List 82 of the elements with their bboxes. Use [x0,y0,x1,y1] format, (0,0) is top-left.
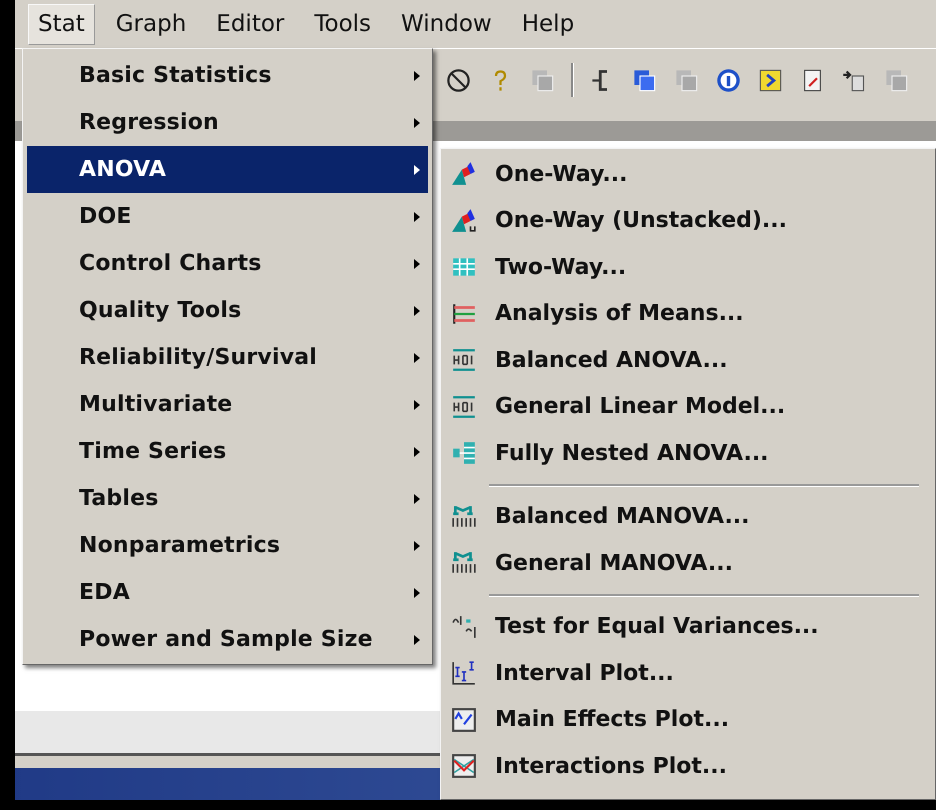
submenu-arrow-icon [414,306,420,316]
menu-item-label: Control Charts [79,251,262,276]
tree-icon [451,440,477,466]
cross-plot-icon [451,753,477,780]
menu-item-label: One-Way (Unstacked)... [495,208,787,234]
menu-item-label: Main Effects Plot... [495,707,730,732]
menu-item[interactable]: Reliability/Survival [27,334,428,381]
menu-item-label: Two-Way... [495,254,626,280]
menu-item[interactable]: Regression [27,99,428,146]
menu-item-label: General Linear Model... [495,394,786,420]
menu-item-label: EDA [79,580,130,605]
menu-item[interactable]: Main Effects Plot... [451,696,919,743]
table-icon [451,347,477,374]
menu-item[interactable]: General Linear Model... [451,384,919,430]
menu-item-label: General MANOVA... [495,550,733,576]
menu-item[interactable]: General MANOVA... [451,540,919,586]
menu-item[interactable]: Fully Nested ANOVA... [451,430,919,476]
menu-bar-item[interactable]: Window [392,4,501,44]
submenu-arrow-icon [414,588,420,598]
table-icon [451,394,477,420]
menu-item[interactable]: Control Charts [27,240,428,287]
menu-item-label: ANOVA [79,157,166,182]
menu-item-label: Balanced ANOVA... [495,348,728,373]
submenu-arrow-icon [414,352,420,362]
submenu-arrow-icon [414,494,420,504]
menu-item[interactable]: Balanced MANOVA... [451,494,919,540]
menu-item[interactable]: Tables [27,475,428,522]
menu-item-label: Reliability/Survival [79,345,318,370]
menu-item[interactable]: Power and Sample Size [27,616,428,663]
menu-item[interactable]: Time Series [27,428,428,475]
menu-item[interactable]: Quality Tools [27,287,428,334]
menu-item[interactable]: One-Way (Unstacked)... [451,198,919,244]
menu-item[interactable]: DOE [27,193,428,240]
menu-item-label: DOE [79,204,132,229]
menu-item[interactable]: Test for Equal Variances... [451,604,919,650]
menu-item-label: Nonparametrics [79,533,280,558]
menu-item[interactable]: Balanced ANOVA... [451,337,919,384]
triangle-icon [451,208,477,234]
menu-item[interactable]: ANOVA [27,146,428,193]
no-entry-icon[interactable] [445,66,472,94]
submenu-arrow-icon [414,258,420,268]
submenu-arrow-icon [414,70,420,80]
submenu-arrow-icon [414,212,420,222]
menu-item-label: Time Series [79,439,226,464]
menu-item-label: Quality Tools [79,298,242,323]
submenu-arrow-icon [414,446,420,456]
interval-plot-icon [451,660,477,686]
menu-item-label: Regression [79,110,219,135]
menu-item[interactable]: Analysis of Means... [451,290,919,337]
menu-item-label: Interactions Plot... [495,754,727,779]
menu-item[interactable]: Nonparametrics [27,522,428,569]
line-plot-icon [451,706,477,733]
submenu-arrow-icon [414,634,420,644]
menu-item-label: Multivariate [79,392,232,417]
menu-item-label: Fully Nested ANOVA... [495,440,769,466]
menu-item-label: Interval Plot... [495,660,674,686]
menu-bar-item[interactable]: Tools [305,4,380,44]
menu-item[interactable]: Interactions Plot... [451,743,919,790]
menu-item[interactable]: EDA [27,569,428,616]
info-icon[interactable] [715,66,742,94]
menu-item[interactable]: One-Way... [451,151,919,198]
menu-bar-item[interactable]: Graph [106,4,196,44]
menu-item[interactable]: Two-Way... [451,244,919,290]
table-icon [451,504,477,530]
menu-item-label: Tables [79,486,159,511]
submenu-arrow-icon [414,540,420,550]
menu-bar-item[interactable]: Help [512,4,584,44]
menu-item-label: One-Way... [495,162,628,187]
menu-item-label: Basic Statistics [79,63,272,88]
menu-item-label: Power and Sample Size [79,627,373,652]
triangle-icon [451,161,477,188]
menu-bar-item[interactable]: Editor [207,4,294,44]
menu-item-label: Test for Equal Variances... [495,614,819,640]
menu-item-label: Analysis of Means... [495,301,744,326]
menu-item-label: Balanced MANOVA... [495,504,750,530]
menu-item[interactable]: Interval Plot... [451,650,919,696]
submenu-arrow-icon [414,400,420,410]
menu-item[interactable]: Basic Statistics [27,52,428,99]
menu-item[interactable]: Multivariate [27,381,428,428]
submenu-arrow-icon [414,164,420,174]
menu-bar-item[interactable]: Stat [28,4,95,44]
submenu-arrow-icon [414,118,420,128]
